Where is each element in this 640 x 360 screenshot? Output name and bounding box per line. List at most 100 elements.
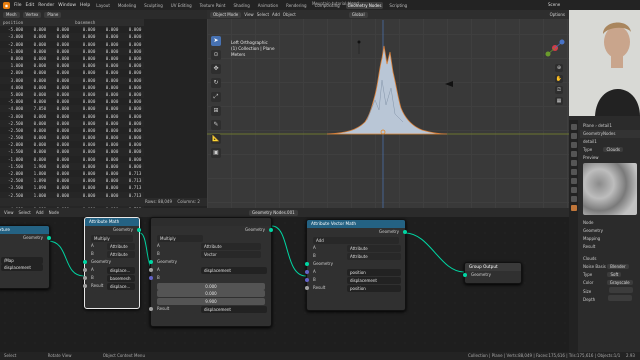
attribute-vector-math-node[interactable]: Attribute Vector Math Geometry Add A Att… [305,219,407,311]
texture-name[interactable]: detail1 [580,138,640,146]
menu-edit[interactable]: Edit [26,3,35,8]
a-type-select[interactable]: Attribute [107,242,135,250]
navigation-gizmo[interactable] [543,36,567,60]
tab-modeling[interactable]: Modeling [116,2,138,9]
tab-scripting[interactable]: Scripting [387,2,409,9]
tab-texture-paint[interactable]: Texture Paint [198,2,228,9]
geometry-socket[interactable] [83,260,87,264]
b-x-field[interactable]: 0.000 [157,282,265,290]
a-socket[interactable] [83,268,87,272]
camera-view-icon[interactable]: ⎚ [555,86,563,94]
spreadsheet-object-type[interactable]: Mesh [3,11,20,18]
cursor-icon[interactable]: ⊙ [211,50,221,60]
noise-type-select[interactable]: Soft [607,272,622,277]
preview-panel-header[interactable]: Preview [580,154,640,162]
grid-icon[interactable]: ▦ [555,97,563,105]
scale-icon[interactable]: ⤢ [211,92,221,102]
a-socket[interactable] [305,270,309,274]
zoom-icon[interactable]: ⊕ [555,64,563,72]
a-type-select[interactable]: Attribute [201,242,261,250]
geometry-socket[interactable] [305,262,309,266]
node-panel-header[interactable]: Node [580,219,640,227]
operation-select[interactable]: Multiply [91,234,133,242]
b-z-field[interactable]: 9.900 [157,297,265,305]
3d-viewport[interactable]: Object Mode View Select Add Object Globa… [207,10,569,208]
result-socket[interactable] [305,286,309,290]
a-attribute-field[interactable]: displacement [201,266,267,274]
geometry-socket[interactable] [463,273,467,277]
column-header[interactable] [121,19,145,27]
operation-select[interactable]: Add [313,236,399,244]
b-type-select[interactable]: Attribute [107,250,135,258]
color-select[interactable]: Grayscale [606,280,633,285]
spreadsheet-object-name[interactable]: Plane [44,11,62,18]
texture-type-select[interactable]: Clouds [603,147,623,152]
operation-select[interactable]: Multiply [157,234,203,242]
result-socket[interactable] [83,284,87,288]
a-socket[interactable] [149,268,153,272]
render-tab-icon[interactable] [570,133,577,139]
geometry-socket[interactable] [47,236,51,240]
physics-tab-icon[interactable] [570,196,577,202]
result-field[interactable]: displacement [201,305,267,313]
b-type-select[interactable]: Vector [201,250,261,258]
blender-logo-icon[interactable]: ◉ [3,1,10,9]
tab-rendering[interactable]: Rendering [284,2,308,9]
tab-sculpting[interactable]: Sculpting [142,2,165,9]
scene-tab-icon[interactable] [570,151,577,157]
world-tab-icon[interactable] [570,160,577,166]
column-header[interactable] [98,19,122,27]
object-tab-icon[interactable] [570,169,577,175]
menu-help[interactable]: Help [80,3,90,8]
b-socket[interactable] [83,276,87,280]
b-type-select[interactable]: Attribute [347,252,401,260]
b-vector-socket[interactable] [149,276,153,280]
column-header[interactable]: position [0,19,27,27]
column-header[interactable]: basemesh [72,19,99,27]
output-tab-icon[interactable] [570,142,577,148]
menu-render[interactable]: Render [38,3,54,8]
a-attribute-field[interactable]: displace... [107,266,135,274]
map-field[interactable]: /Map [1,256,43,264]
tool-tab-icon[interactable] [570,124,577,130]
modifier-name[interactable]: GeometryNodes [580,130,640,138]
tab-shading[interactable]: Shading [231,2,251,9]
geometry-socket[interactable] [149,260,153,264]
a-attribute-field[interactable]: position [347,268,401,276]
size-field[interactable] [608,287,633,293]
attribute-texture-node[interactable]: xture Geometry /Map displacement [0,225,51,289]
pan-icon[interactable]: ✋ [555,75,563,83]
menu-file[interactable]: File [14,3,22,8]
tab-uv-editing[interactable]: UV Editing [169,2,194,9]
menu-window[interactable]: Window [58,3,76,8]
geometry-socket[interactable] [403,230,407,234]
select-box-icon[interactable]: ➤ [211,36,221,46]
modifier-tab-icon[interactable] [570,178,577,184]
result-field[interactable]: displace... [107,282,135,290]
spreadsheet-domain[interactable]: Vertex [22,11,42,18]
column-header[interactable] [49,19,73,27]
geometry-socket[interactable] [137,228,141,232]
measure-icon[interactable]: 📐 [211,134,221,144]
noise-basis-select[interactable]: Blender [607,264,629,269]
texture-tab-icon[interactable] [570,205,577,211]
move-icon[interactable]: ✥ [211,64,221,74]
transform-icon[interactable]: ⊞ [211,106,221,116]
texture-output-field[interactable]: displacement [1,264,43,271]
tab-layout[interactable]: Layout [94,2,112,9]
clouds-panel-header[interactable]: Clouds [580,255,640,263]
attribute-math-node[interactable]: Attribute Math Geometry Multiply A Attri… [83,217,141,309]
scene-selector[interactable]: Scene [548,2,560,7]
result-field[interactable]: position [347,284,401,292]
b-attribute-field[interactable]: basemesh [107,274,135,282]
a-type-select[interactable]: Attribute [347,244,401,252]
particles-tab-icon[interactable] [570,187,577,193]
annotate-icon[interactable]: ✎ [211,120,221,130]
column-header[interactable] [26,19,50,27]
group-output-node[interactable]: Group Output Geometry [463,262,522,284]
attribute-math-vector-node[interactable]: Geometry Multiply A Attribute B Vector G… [149,217,273,327]
b-attribute-field[interactable]: displacement [347,276,401,284]
tab-animation[interactable]: Animation [256,2,280,9]
b-socket[interactable] [305,278,309,282]
rotate-icon[interactable]: ↻ [211,78,221,88]
